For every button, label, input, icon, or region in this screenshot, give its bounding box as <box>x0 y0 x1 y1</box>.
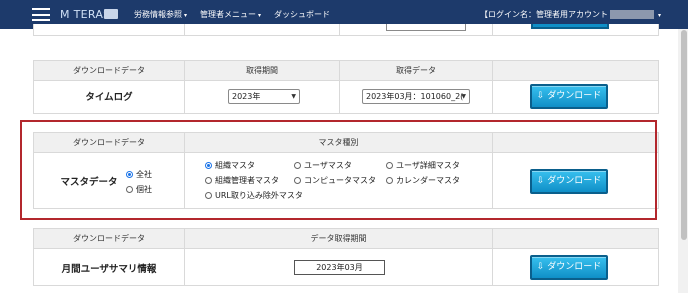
data-select[interactable]: 2023年03月：101060_2(▼ <box>362 89 470 104</box>
nav-dashboard[interactable]: ダッシュボード <box>274 9 330 20</box>
nav-labor-info[interactable]: 労務情報参照 ▾ <box>134 9 187 20</box>
download-icon: ⇩ <box>536 262 545 272</box>
highlight-frame <box>20 120 657 220</box>
chevron-down-icon: ▼ <box>461 93 466 100</box>
col-data-period: データ取得期間 <box>310 234 367 243</box>
monthly-summary-panel: ダウンロードデータ データ取得期間 月間ユーザサマリ情報 2023年03月 ⇩ ダ… <box>33 228 659 286</box>
vertical-scrollbar-thumb[interactable] <box>681 30 687 240</box>
monthly-header-row: ダウンロードデータ データ取得期間 <box>34 229 658 249</box>
col-download-data: ダウンロードデータ <box>73 66 145 75</box>
nav-admin-menu[interactable]: 管理者メニュー ▾ <box>200 9 261 20</box>
brand-logo: M TERAS <box>60 8 111 21</box>
caret-down-icon: ▾ <box>658 12 662 19</box>
year-select[interactable]: 2023年 ▼ <box>228 89 300 104</box>
col-data: 取得データ <box>396 66 436 75</box>
brand-badge-icon <box>104 9 118 19</box>
login-account-menu[interactable]: 【ログイン名：管理者用アカウント ▾ <box>480 9 661 20</box>
timelog-row-label: タイムログ <box>85 92 133 103</box>
previous-download-button-fragment[interactable] <box>531 24 609 29</box>
timelog-panel: ダウンロードデータ 取得期間 取得データ タイムログ 2023年 ▼ 2023年0… <box>33 60 659 114</box>
col-download-data: ダウンロードデータ <box>73 234 145 243</box>
timelog-header-row: ダウンロードデータ 取得期間 取得データ <box>34 61 658 81</box>
previous-field-fragment <box>386 24 466 31</box>
caret-down-icon: ▾ <box>258 12 262 19</box>
previous-panel-fragment <box>33 24 659 36</box>
col-period: 取得期間 <box>246 66 278 75</box>
monthly-row-label: 月間ユーザサマリ情報 <box>61 264 157 275</box>
hamburger-menu-icon[interactable] <box>32 8 50 21</box>
timelog-download-button[interactable]: ⇩ ダウンロード <box>530 84 608 109</box>
caret-down-icon: ▾ <box>184 12 188 19</box>
monthly-download-button[interactable]: ⇩ ダウンロード <box>530 255 608 280</box>
redacted-account-name <box>610 10 654 19</box>
month-input[interactable]: 2023年03月 <box>294 260 385 275</box>
download-icon: ⇩ <box>536 91 545 101</box>
chevron-down-icon: ▼ <box>291 93 296 100</box>
